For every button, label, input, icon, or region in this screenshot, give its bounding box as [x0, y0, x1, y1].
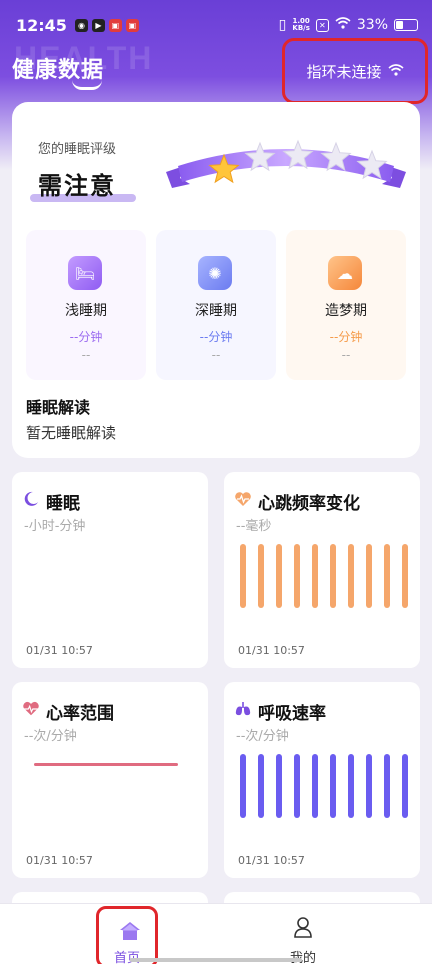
bar: [366, 754, 372, 818]
phase-duration: --分钟: [69, 330, 103, 344]
bar: [366, 544, 372, 608]
tile-value: -小时-分钟: [24, 519, 86, 534]
phase-sub: --: [341, 348, 351, 362]
bar: [348, 544, 354, 608]
notification-play-icon: ▶: [91, 18, 105, 32]
sim-off-icon: ✕: [315, 18, 329, 32]
sleep-grade-value: 需注意: [38, 172, 116, 200]
bar: [348, 754, 354, 818]
tile-timestamp: 01/31 10:57: [238, 644, 305, 657]
interpretation-text: 暂无睡眠解读: [26, 424, 117, 442]
phase-name: 造梦期: [325, 303, 367, 319]
status-time: 12:45: [16, 15, 67, 35]
phase-name: 深睡期: [195, 303, 237, 319]
bar: [276, 754, 282, 818]
ring-status-label: 指环未连接: [306, 62, 382, 81]
heart-rate-line: [34, 763, 178, 766]
brain-icon: ✺: [198, 256, 232, 290]
heart-rate-tile[interactable]: 心率范围 --次/分钟 01/31 10:57: [12, 682, 208, 878]
bar: [402, 754, 408, 818]
bed-icon: 🛏: [68, 256, 102, 290]
tile-timestamp: 01/31 10:57: [238, 854, 305, 867]
bar: [240, 754, 246, 818]
vibrate-icon: ▯: [278, 17, 287, 33]
phase-sub: --: [211, 348, 221, 362]
moon-icon: [22, 490, 40, 508]
bar: [258, 754, 264, 818]
bar: [402, 544, 408, 608]
tile-title: 心率范围: [46, 704, 114, 724]
bar: [312, 754, 318, 818]
sleep-grade-label: 您的睡眠评级: [38, 142, 117, 157]
tile-title: 睡眠: [46, 494, 80, 514]
status-right: ▯ 1.00 KB/s ✕ 33%: [279, 17, 418, 33]
tile-timestamp: 01/31 10:57: [26, 854, 93, 867]
phase-dream-sleep[interactable]: ☁ 造梦期 --分钟 --: [286, 230, 406, 380]
bar: [384, 544, 390, 608]
wifi-icon: [387, 62, 404, 80]
bar: [312, 544, 318, 608]
respiration-bars: [240, 754, 408, 818]
bar: [258, 544, 264, 608]
bar: [384, 754, 390, 818]
tile-value: --次/分钟: [236, 729, 289, 744]
heart-rate-icon: [22, 700, 40, 718]
bottom-navigation: 首页 我的: [0, 903, 432, 964]
battery-percent: 33%: [356, 17, 388, 33]
network-speed: 1.00 KB/s: [292, 17, 310, 32]
bar: [294, 544, 300, 608]
home-icon: [120, 922, 140, 940]
sleep-tile[interactable]: 睡眠 -小时-分钟 01/31 10:57: [12, 472, 208, 668]
app-header: HEALTH 健康数据 指环未连接: [0, 38, 432, 104]
interpretation-title: 睡眠解读: [26, 398, 91, 417]
notification-app-icon: ◉: [74, 18, 88, 32]
lungs-icon: [234, 700, 252, 718]
phase-duration: --分钟: [199, 330, 233, 344]
phase-light-sleep[interactable]: 🛏 浅睡期 --分钟 --: [26, 230, 146, 380]
phase-name: 浅睡期: [65, 303, 107, 319]
phase-deep-sleep[interactable]: ✺ 深睡期 --分钟 --: [156, 230, 276, 380]
home-indicator: [130, 958, 302, 962]
heart-pulse-icon: [234, 490, 252, 508]
tile-title: 呼吸速率: [258, 704, 326, 724]
hrv-bars: [240, 544, 408, 608]
wifi-icon: [335, 17, 351, 33]
tile-value: --毫秒: [236, 519, 272, 534]
bar: [294, 754, 300, 818]
notification-app2-icon: ▣: [108, 18, 122, 32]
sleep-rating-card[interactable]: 您的睡眠评级 需注意 🛏 浅睡期 --分钟 -- ✺ 深睡期 --分钟 -- ☁…: [12, 102, 420, 458]
title-smile-decoration: [72, 80, 102, 90]
user-icon: [294, 917, 312, 938]
bar: [276, 544, 282, 608]
cloud-icon: ☁: [328, 256, 362, 290]
ring-connection-button[interactable]: 指环未连接: [282, 38, 428, 104]
notification-icons: ◉ ▶ ▣ ▣: [74, 18, 139, 32]
nav-mine-tab[interactable]: 我的: [273, 912, 333, 964]
tile-timestamp: 01/31 10:57: [26, 644, 93, 657]
phase-duration: --分钟: [329, 330, 363, 344]
bar: [330, 544, 336, 608]
tile-title: 心跳频率变化: [258, 494, 360, 514]
nav-home-tab[interactable]: 首页: [96, 906, 158, 964]
bar: [240, 544, 246, 608]
phase-sub: --: [81, 348, 91, 362]
star-rating-ribbon: [166, 139, 406, 188]
notification-app3-icon: ▣: [125, 18, 139, 32]
bar: [330, 754, 336, 818]
hrv-tile[interactable]: 心跳频率变化 --毫秒 01/31 10:57: [224, 472, 420, 668]
respiration-tile[interactable]: 呼吸速率 --次/分钟 01/31 10:57: [224, 682, 420, 878]
tile-value: --次/分钟: [24, 729, 77, 744]
battery-icon: [394, 19, 418, 31]
